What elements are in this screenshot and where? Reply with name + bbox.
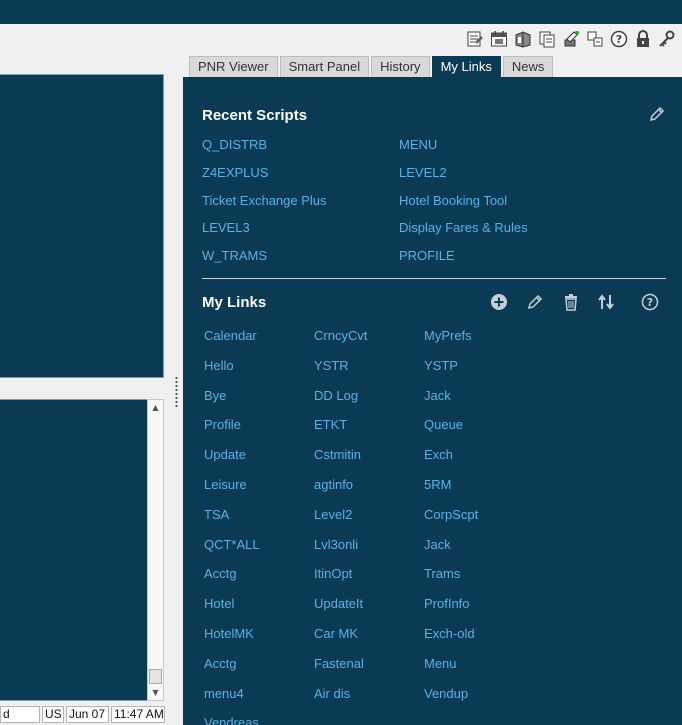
recent-script-link[interactable]: Hotel Booking Tool <box>399 193 507 208</box>
my-link[interactable]: Air dis <box>314 686 350 701</box>
svg-text:?: ? <box>616 33 622 46</box>
vertical-scrollbar[interactable]: ▲ ▼ <box>147 399 164 701</box>
my-link[interactable]: 5RM <box>424 477 451 492</box>
my-links-title: My Links <box>202 294 267 311</box>
my-link[interactable]: Jack <box>424 388 451 403</box>
my-link[interactable]: ETKT <box>314 417 347 432</box>
my-link[interactable]: Hello <box>204 358 234 373</box>
my-link[interactable]: ProfInfo <box>424 596 470 611</box>
calendar-icon[interactable] <box>488 28 510 50</box>
edit-link-pencil-icon[interactable] <box>525 292 545 312</box>
recent-script-link[interactable]: LEVEL3 <box>202 220 250 235</box>
status-time: 11:47 AM <box>111 706 165 723</box>
terminal-screen-upper[interactable] <box>0 74 164 378</box>
my-link[interactable]: ItinOpt <box>314 566 352 581</box>
recent-script-link[interactable]: Q_DISTRB <box>202 137 267 152</box>
recent-script-link[interactable]: W_TRAMS <box>202 248 267 263</box>
my-link[interactable]: QCT*ALL <box>204 537 260 552</box>
my-link[interactable]: Acctg <box>204 566 237 581</box>
my-link[interactable]: DD Log <box>314 388 358 403</box>
status-locale: US <box>42 706 64 723</box>
my-link[interactable]: agtinfo <box>314 477 353 492</box>
scroll-up-icon[interactable]: ▲ <box>148 400 163 415</box>
my-link[interactable]: HotelMK <box>204 626 254 641</box>
terminal-pane-upper <box>0 72 166 381</box>
my-link[interactable]: Trams <box>424 566 460 581</box>
tab-pnr-viewer[interactable]: PNR Viewer <box>189 56 278 77</box>
recent-script-link[interactable]: Display Fares & Rules <box>399 220 528 235</box>
my-link[interactable]: Exch-old <box>424 626 475 641</box>
key-icon[interactable] <box>656 28 678 50</box>
my-link[interactable]: CrncyCvt <box>314 328 367 343</box>
my-link[interactable]: YSTR <box>314 358 349 373</box>
my-link[interactable]: menu4 <box>204 686 244 701</box>
my-link[interactable]: Update <box>204 447 246 462</box>
grid-icon[interactable] <box>584 28 606 50</box>
my-link[interactable]: Calendar <box>204 328 257 343</box>
my-link[interactable]: Hotel <box>204 596 234 611</box>
scroll-thumb[interactable] <box>149 669 162 684</box>
edit-recent-pencil-icon[interactable] <box>647 104 667 124</box>
my-links-panel: Recent Scripts Q_DISTRB Z4EXPLUS Ticket Ex… <box>183 77 682 725</box>
my-link[interactable]: Exch <box>424 447 453 462</box>
my-link[interactable]: Vendreas <box>204 715 259 725</box>
my-link[interactable]: Cstmitin <box>314 447 361 462</box>
recent-scripts-title: Recent Scripts <box>202 107 308 124</box>
my-link[interactable]: MyPrefs <box>424 328 472 343</box>
tab-smart-panel[interactable]: Smart Panel <box>279 56 370 77</box>
splitter-grip-icon[interactable] <box>175 376 178 408</box>
my-link[interactable]: CorpScpt <box>424 507 478 522</box>
scroll-down-icon[interactable]: ▼ <box>148 685 163 700</box>
add-link-icon[interactable] <box>489 292 509 312</box>
my-link[interactable]: YSTP <box>424 358 458 373</box>
delete-link-trash-icon[interactable] <box>561 292 581 312</box>
tools-icon[interactable] <box>560 28 582 50</box>
notes-icon[interactable] <box>464 28 486 50</box>
status-date: Jun 07 <box>66 706 109 723</box>
my-link[interactable]: UpdateIt <box>314 596 363 611</box>
books-icon[interactable] <box>512 28 534 50</box>
my-link[interactable]: Jack <box>424 537 451 552</box>
terminal-pane-lower: ▲ ▼ <box>0 397 166 705</box>
my-link[interactable]: Leisure <box>204 477 247 492</box>
status-bar: d US Jun 07 11:47 AM <box>0 705 166 725</box>
recent-script-link[interactable]: MENU <box>399 137 437 152</box>
links-help-icon[interactable]: ? <box>640 292 660 312</box>
my-link[interactable]: Profile <box>204 417 241 432</box>
copy-icon[interactable] <box>536 28 558 50</box>
toolbar: ? <box>0 24 682 54</box>
my-link[interactable]: TSA <box>204 507 229 522</box>
recent-script-link[interactable]: Ticket Exchange Plus <box>202 193 327 208</box>
tab-my-links[interactable]: My Links <box>431 56 501 77</box>
my-link[interactable]: Bye <box>204 388 226 403</box>
my-link[interactable]: Fastenal <box>314 656 364 671</box>
my-link[interactable]: Menu <box>424 656 457 671</box>
my-link[interactable]: Level2 <box>314 507 352 522</box>
panel-tabs: PNR Viewer Smart Panel History My Links … <box>189 56 554 78</box>
lock-icon[interactable] <box>632 28 654 50</box>
my-link[interactable]: Car MK <box>314 626 358 641</box>
svg-text:?: ? <box>647 296 653 309</box>
help-icon[interactable]: ? <box>608 28 630 50</box>
title-bar <box>0 0 682 24</box>
recent-script-link[interactable]: PROFILE <box>399 248 455 263</box>
status-field: d <box>0 706 40 723</box>
terminal-screen-lower[interactable] <box>0 399 148 701</box>
my-link[interactable]: Lvl3onli <box>314 537 358 552</box>
my-link[interactable]: Vendup <box>424 686 468 701</box>
tab-history[interactable]: History <box>371 56 430 77</box>
my-link[interactable]: Acctg <box>204 656 237 671</box>
recent-script-link[interactable]: LEVEL2 <box>399 165 447 180</box>
recent-script-link[interactable]: Z4EXPLUS <box>202 165 268 180</box>
my-link[interactable]: Queue <box>424 417 463 432</box>
section-divider <box>202 278 666 279</box>
reorder-links-icon[interactable] <box>596 292 616 312</box>
tab-news[interactable]: News <box>502 56 554 77</box>
